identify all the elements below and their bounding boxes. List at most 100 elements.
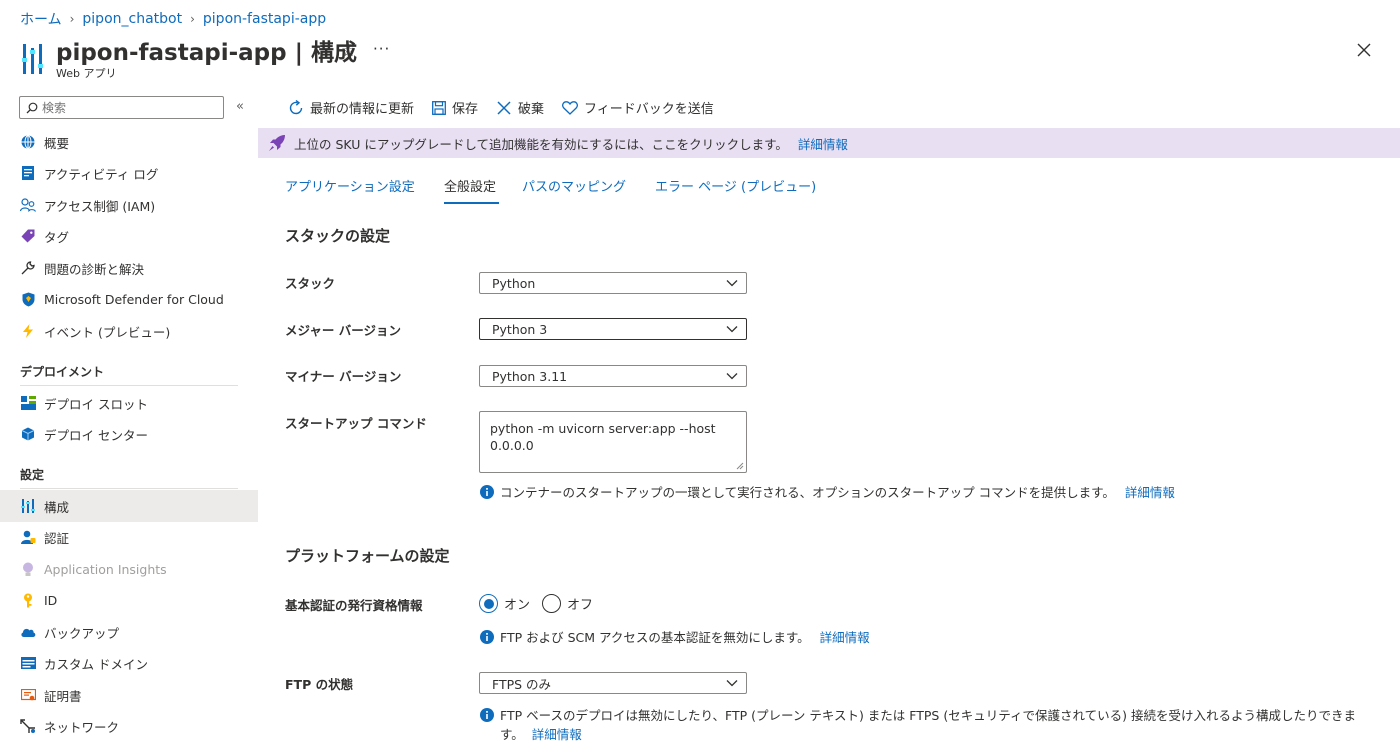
sidebar-item-diagnose[interactable]: 問題の診断と解決 [0,252,258,284]
resize-handle-icon[interactable] [736,462,744,470]
sidebar-item-overview[interactable]: 概要 [0,126,258,158]
sidebar-item-deploy-center[interactable]: デプロイ センター [0,418,258,450]
minor-version-label: マイナー バージョン [285,369,402,384]
page-title: pipon-fastapi-app | 構成 [56,40,358,66]
major-version-value: Python 3 [492,321,548,337]
section-divider [20,385,238,386]
refresh-button[interactable]: 最新の情報に更新 [288,98,414,117]
more-options-icon[interactable]: ··· [373,40,390,58]
sidebar-item-iam[interactable]: アクセス制御 (IAM) [0,189,258,221]
stack-settings-heading: スタックの設定 [285,227,391,245]
info-icon [480,630,494,644]
sidebar-item-deploy-slots[interactable]: デプロイ スロット [0,387,258,419]
sidebar-item-network[interactable]: ネットワーク [0,710,258,742]
sidebar-item-label: カスタム ドメイン [44,656,148,672]
sidebar-item-label: 証明書 [44,688,82,704]
sidebar-item-tags[interactable]: タグ [0,220,258,252]
sidebar-item-label: タグ [44,229,70,245]
minor-version-dropdown[interactable]: Python 3.11 [479,365,747,387]
ftp-state-dropdown[interactable]: FTPS のみ [479,672,747,694]
banner-text: 上位の SKU にアップグレードして追加機能を有効にするには、ここをクリックしま… [294,136,788,152]
startup-command-label: スタートアップ コマンド [285,416,427,431]
wrench-icon [20,260,36,276]
startup-command-textarea[interactable]: python -m uvicorn server:app --host 0.0.… [479,411,747,473]
startup-learn-more-link[interactable]: 詳細情報 [1125,483,1175,502]
sidebar-item-events[interactable]: イベント (プレビュー) [0,315,258,347]
major-version-dropdown[interactable]: Python 3 [479,318,747,340]
breadcrumb-home[interactable]: ホーム [20,9,62,29]
ftp-info-text: FTP ベースのデプロイは無効にしたり、FTP (プレーン テキスト) または … [500,708,1356,742]
basic-auth-learn-more-link[interactable]: 詳細情報 [820,628,870,647]
basic-auth-info-text: FTP および SCM アクセスの基本認証を無効にします。 [500,630,810,645]
bulb-icon [20,561,36,577]
key-icon [20,592,36,608]
tab-general-settings[interactable]: 全般設定 [444,176,496,195]
stack-label: スタック [285,276,336,291]
radio-on[interactable] [479,594,498,613]
sidebar-item-label: ネットワーク [44,719,120,735]
ftp-state-value: FTPS のみ [492,676,552,692]
sidebar-item-backup[interactable]: バックアップ [0,616,258,648]
sidebar-item-label: Microsoft Defender for Cloud [44,291,224,307]
stack-dropdown[interactable]: Python [479,272,747,294]
minor-version-value: Python 3.11 [492,368,568,384]
sidebar-item-label: デプロイ スロット [44,396,148,412]
startup-info-text: コンテナーのスタートアップの一環として実行される、オプションのスタートアップ コ… [500,485,1115,500]
close-icon[interactable] [1352,38,1376,62]
sidebar-item-label: 問題の診断と解決 [44,261,145,277]
sidebar-search-input[interactable] [42,100,212,115]
platform-settings-heading: プラットフォームの設定 [285,547,450,565]
tab-error-pages[interactable]: エラー ページ (プレビュー) [655,176,816,195]
tab-app-settings[interactable]: アプリケーション設定 [285,176,415,195]
sidebar-item-configuration[interactable]: 構成 [0,490,258,522]
sidebar-search[interactable] [19,96,224,119]
save-label: 保存 [452,102,479,117]
chevron-right-icon: › [69,12,75,26]
people-icon [20,197,36,213]
sidebar-section-deployment: デプロイメント [20,365,105,379]
breadcrumb-resource-group[interactable]: pipon_chatbot [82,11,182,27]
startup-info: コンテナーのスタートアップの一環として実行される、オプションのスタートアップ コ… [480,483,1380,502]
ftp-learn-more-link[interactable]: 詳細情報 [532,727,582,742]
save-icon [432,100,446,115]
ftp-info: FTP ベースのデプロイは無効にしたり、FTP (プレーン テキスト) または … [480,706,1375,744]
search-icon [26,102,38,113]
sidebar-item-app-insights[interactable]: Application Insights [0,553,258,585]
sidebar-item-custom-domain[interactable]: カスタム ドメイン [0,647,258,679]
radio-off[interactable] [542,594,562,613]
tab-path-mappings[interactable]: パスのマッピング [522,176,626,195]
sidebar-item-label: アクセス制御 (IAM) [44,198,156,214]
slots-icon [20,395,36,411]
favorite-star-icon[interactable]: ☆ [341,41,356,61]
refresh-icon [289,99,303,114]
collapse-sidebar-icon[interactable]: « [236,99,244,114]
sidebar-item-authentication[interactable]: 認証 [0,521,258,553]
upgrade-banner[interactable]: 上位の SKU にアップグレードして追加機能を有効にするには、ここをクリックしま… [258,128,1400,158]
sidebar-item-label: Application Insights [44,561,167,577]
feedback-label: フィードバックを送信 [584,102,714,117]
sidebar-item-certificates[interactable]: 証明書 [0,679,258,711]
sidebar-item-identity[interactable]: ID [0,584,258,616]
save-button[interactable]: 保存 [432,98,478,117]
chevron-right-icon: › [190,12,195,26]
feedback-button[interactable]: フィードバックを送信 [562,98,714,117]
breadcrumb: ホーム › pipon_chatbot › pipon-fastapi-app [20,9,326,29]
radio-on-label[interactable]: オン [504,594,530,613]
breadcrumb-app[interactable]: pipon-fastapi-app [203,11,326,27]
cube-icon [20,426,36,442]
chevron-down-icon [726,326,738,333]
info-icon [480,708,494,722]
basic-auth-info: FTP および SCM アクセスの基本認証を無効にします。 詳細情報 [480,628,1380,647]
chevron-down-icon [726,680,738,687]
radio-off-label[interactable]: オフ [567,594,593,613]
startup-command-value: python -m uvicorn server:app --host 0.0.… [490,421,716,453]
auth-icon [20,529,36,545]
sidebar-item-label: バックアップ [44,625,120,641]
heart-icon [562,100,578,115]
banner-learn-more-link[interactable]: 詳細情報 [798,134,848,153]
discard-button[interactable]: 破棄 [496,98,544,117]
sidebar-item-defender[interactable]: Microsoft Defender for Cloud [0,283,258,315]
radio-selected-dot [483,598,494,609]
network-icon [20,718,36,734]
sidebar-item-activity-log[interactable]: アクティビティ ログ [0,157,258,189]
